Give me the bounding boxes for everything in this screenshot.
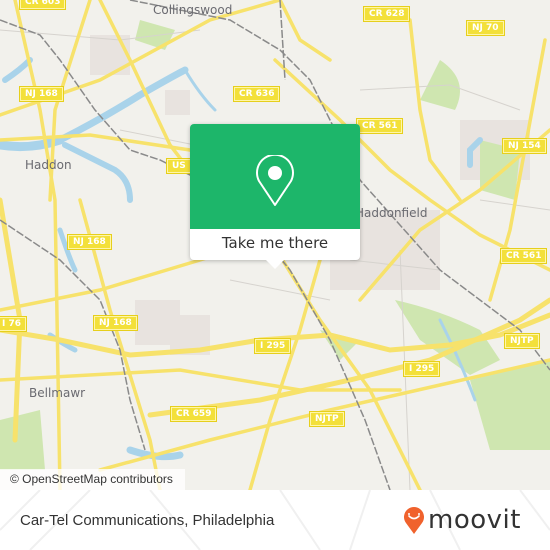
river [62, 142, 133, 203]
road-shield: US [167, 159, 191, 173]
road-shield: CR 603 [20, 0, 66, 9]
map-attribution[interactable]: © OpenStreetMap contributors [0, 469, 185, 490]
road-shield: NJ 70 [467, 21, 504, 35]
road-shield: NJ 154 [503, 139, 546, 153]
road-shield: CR 628 [364, 7, 410, 21]
road-shield: NJ 168 [20, 87, 63, 101]
moovit-pin-icon [404, 507, 424, 534]
popup-header [190, 124, 360, 229]
road [248, 258, 322, 490]
road-shield: CR 561 [357, 119, 403, 133]
popup-pointer [266, 260, 284, 269]
road-shield: CR 659 [171, 407, 217, 421]
take-me-there-button[interactable]: Take me there [190, 229, 360, 260]
location-title: Car-Tel Communications, Philadelphia [20, 512, 275, 529]
road-shield: NJTP [505, 334, 539, 348]
road-shield: CR 561 [501, 249, 547, 263]
place-label-haddonfield: Haddonfield [355, 206, 428, 220]
footer: Car-Tel Communications, Philadelphia moo… [0, 490, 550, 550]
park [0, 410, 45, 470]
urban-area [165, 90, 190, 115]
road-shield: NJTP [310, 412, 344, 426]
park [135, 20, 175, 50]
park [470, 360, 550, 450]
road-shield: I 295 [255, 339, 291, 353]
road-shield: NJ 168 [94, 316, 137, 330]
urban-area [90, 35, 130, 75]
map-view[interactable]: Collingswood Haddon Haddonfield Bellmawr… [0, 0, 550, 490]
place-label-haddon: Haddon [25, 158, 72, 172]
park [420, 60, 460, 110]
road [408, 18, 462, 202]
moovit-wordmark: moovit [428, 505, 521, 535]
place-label-collingswood: Collingswood [153, 3, 233, 17]
road-shield: CR 636 [234, 87, 280, 101]
river [2, 57, 33, 83]
place-label-bellmawr: Bellmawr [29, 386, 86, 400]
road-shield: NJ 168 [68, 235, 111, 249]
destination-popup: Take me there [190, 124, 360, 269]
location-pin-icon [256, 155, 294, 206]
road [278, 0, 332, 62]
moovit-logo[interactable]: moovit [403, 502, 521, 538]
road-shield: I 295 [404, 362, 440, 376]
road-shield: I 76 [0, 317, 27, 331]
